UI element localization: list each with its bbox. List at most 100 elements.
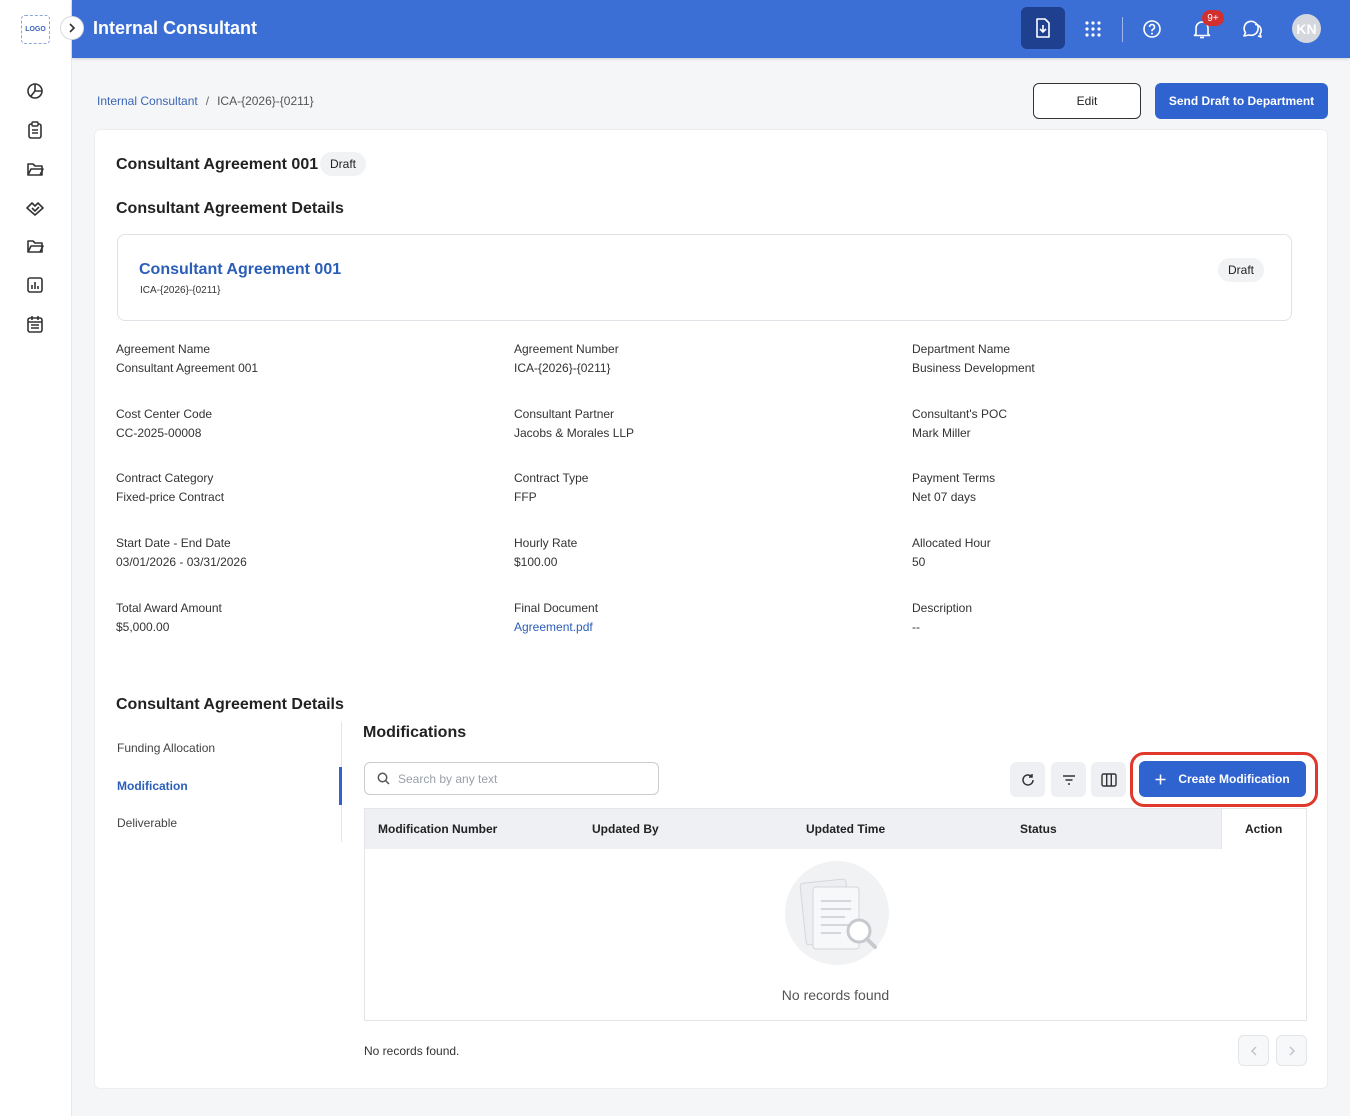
search-box [364, 762, 659, 795]
column-header-updated-by[interactable]: Updated By [592, 822, 659, 836]
notification-count-badge: 9+ [1202, 10, 1224, 26]
user-avatar[interactable]: KN [1292, 14, 1321, 43]
field-label: Cost Center Code [116, 407, 213, 421]
field-value: CC-2025-00008 [116, 426, 202, 440]
modifications-title: Modifications [363, 724, 467, 741]
topbar-divider [1122, 17, 1123, 42]
action-column-header: Action [1221, 809, 1306, 849]
field-value: Net 07 days [912, 490, 977, 504]
field-value: Mark Miller [912, 426, 971, 440]
download-document-icon [1036, 18, 1050, 38]
field-label: Allocated Hour [912, 536, 991, 550]
breadcrumb-root-link[interactable]: Internal Consultant [97, 94, 198, 108]
create-modification-label: Create Modification [1178, 772, 1290, 786]
field-label: Contract Type [514, 471, 589, 485]
column-header-status[interactable]: Status [1020, 822, 1057, 836]
columns-button[interactable] [1091, 762, 1126, 797]
agreement-card: Consultant Agreement 001 Draft Consultan… [94, 129, 1328, 1089]
left-rail: LOGO [0, 0, 72, 1116]
final-document-link[interactable]: Agreement.pdf [514, 620, 593, 634]
field-value: 03/01/2026 - 03/31/2026 [116, 555, 247, 569]
search-icon [377, 772, 390, 785]
page-title: Consultant Agreement 001 [116, 156, 319, 173]
field-label: Hourly Rate [514, 536, 578, 550]
handshake-icon[interactable] [25, 198, 45, 218]
field-label: Contract Category [116, 471, 214, 485]
filter-button[interactable] [1051, 762, 1086, 797]
help-button[interactable] [1137, 14, 1167, 44]
summary-status-badge: Draft [1218, 258, 1265, 282]
field-value: -- [912, 620, 920, 634]
chevron-right-icon [1288, 1045, 1295, 1056]
next-page-button[interactable] [1276, 1035, 1307, 1066]
field-value: Jacobs & Morales LLP [514, 426, 635, 440]
app-title: Internal Consultant [93, 18, 258, 38]
columns-icon [1100, 772, 1117, 787]
refresh-icon [1021, 773, 1034, 786]
create-modification-button[interactable]: Create Modification [1139, 761, 1306, 797]
breadcrumb-current: ICA-{2026}-{0211} [217, 94, 314, 108]
top-bar: Internal Consultant 9+ KN [72, 0, 1350, 58]
field-value: Consultant Agreement 001 [116, 361, 259, 375]
status-badge: Draft [320, 152, 367, 176]
field-value: Fixed-price Contract [116, 490, 225, 504]
empty-state-illustration [773, 861, 893, 971]
chevron-left-icon [1250, 1045, 1257, 1056]
calendar-icon[interactable] [25, 314, 45, 334]
empty-documents-icon [785, 861, 889, 965]
edit-button[interactable]: Edit [1033, 83, 1141, 119]
app-logo: LOGO [21, 15, 50, 44]
field-value: ICA-{2026}-{0211} [514, 361, 611, 375]
agreement-summary-card: Consultant Agreement 001 ICA-{2026}-{021… [117, 234, 1292, 321]
column-header-action: Action [1245, 822, 1283, 836]
sub-section-title: Consultant Agreement Details [116, 696, 344, 713]
field-label: Consultant's POC [912, 407, 1007, 421]
summary-agreement-name: Consultant Agreement 001 [139, 261, 342, 278]
summary-agreement-number: ICA-{2026}-{0211} [140, 285, 221, 296]
chat-button[interactable] [1237, 14, 1267, 44]
apps-grid-icon [1085, 21, 1101, 37]
field-label: Payment Terms [912, 471, 996, 485]
column-header-updated-time[interactable]: Updated Time [806, 822, 885, 836]
field-label: Consultant Partner [514, 407, 615, 421]
search-input[interactable] [398, 771, 638, 786]
field-label: Total Award Amount [116, 601, 222, 615]
subnav-item-deliverable[interactable]: Deliverable [117, 816, 177, 830]
table-footer-status: No records found. [364, 1044, 460, 1058]
subnav-item-funding-allocation[interactable]: Funding Allocation [117, 741, 215, 755]
breadcrumb-separator: / [205, 94, 210, 108]
download-document-button[interactable] [1021, 7, 1065, 49]
send-draft-button[interactable]: Send Draft to Department [1155, 83, 1328, 119]
report-chart-icon[interactable] [25, 275, 45, 295]
field-value: FFP [514, 490, 537, 504]
details-section-title: Consultant Agreement Details [116, 200, 344, 217]
folder-open-icon[interactable] [25, 159, 45, 179]
column-header-modification-number[interactable]: Modification Number [378, 822, 497, 836]
field-label: Start Date - End Date [116, 536, 231, 550]
field-label: Agreement Number [514, 342, 619, 356]
subnav-active-indicator [339, 767, 342, 805]
field-label: Agreement Name [116, 342, 211, 356]
help-icon [1143, 20, 1161, 38]
field-value: $5,000.00 [116, 620, 170, 634]
folder-icon[interactable] [25, 236, 45, 256]
refresh-button[interactable] [1010, 762, 1045, 797]
plus-icon [1155, 774, 1166, 784]
dashboard-icon[interactable] [25, 81, 45, 101]
chat-bubbles-icon [1243, 20, 1262, 38]
field-label: Final Document [514, 601, 599, 615]
field-label: Description [912, 601, 973, 615]
field-value: Business Development [912, 361, 1035, 375]
sidebar-expand-button[interactable] [60, 16, 84, 40]
field-value: $100.00 [514, 555, 558, 569]
previous-page-button[interactable] [1238, 1035, 1269, 1066]
field-value: 50 [912, 555, 926, 569]
modifications-table: Modification Number Updated By Updated T… [364, 808, 1307, 1021]
clipboard-icon[interactable] [25, 120, 45, 140]
apps-grid-button[interactable] [1078, 14, 1108, 44]
breadcrumb: Internal Consultant / ICA-{2026}-{0211} [97, 94, 314, 108]
field-label: Department Name [912, 342, 1011, 356]
chevron-right-icon [69, 23, 76, 33]
subnav-item-modification[interactable]: Modification [117, 779, 188, 793]
empty-state-message: No records found [781, 987, 890, 1003]
